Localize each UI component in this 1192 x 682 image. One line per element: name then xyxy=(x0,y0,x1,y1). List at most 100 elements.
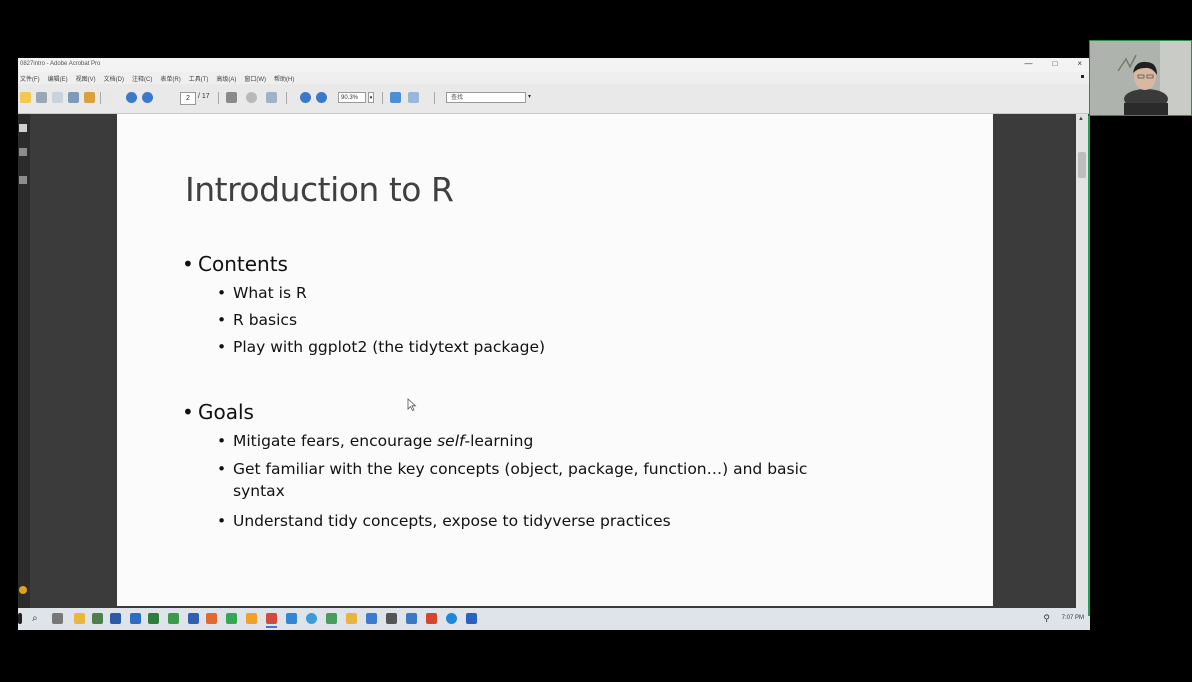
find-input[interactable]: 查找 xyxy=(446,92,526,103)
search-icon[interactable]: ⌕ xyxy=(32,613,43,624)
zoom-in-icon[interactable] xyxy=(316,92,327,103)
pdf-page: Introduction to R • Contents • What is R •… xyxy=(117,114,993,606)
webcam-thumbnail[interactable] xyxy=(1089,40,1192,116)
print-icon[interactable] xyxy=(36,92,47,103)
excel-icon[interactable] xyxy=(148,613,159,624)
zoom-out-icon[interactable] xyxy=(300,92,311,103)
section-heading-text: Goals xyxy=(198,400,254,424)
app-icon[interactable] xyxy=(188,613,199,624)
menu-file[interactable]: 文件(F) xyxy=(20,74,40,83)
bullet-icon: • xyxy=(217,460,227,478)
zoom-level-input[interactable]: 90.3% xyxy=(338,92,366,103)
participant-video-icon xyxy=(1090,41,1191,115)
section-goals-heading: • Goals xyxy=(182,400,254,424)
menu-comments[interactable]: 注释(C) xyxy=(132,74,152,83)
list-item: • Get familiar with the key concepts (ob… xyxy=(217,458,857,502)
signatures-panel-icon[interactable] xyxy=(19,176,27,184)
browser-icon[interactable] xyxy=(306,613,317,624)
app-icon[interactable] xyxy=(92,613,103,624)
bullet-icon: • xyxy=(217,432,227,450)
list-item-text: What is R xyxy=(233,284,307,302)
list-item: • Mitigate fears, encourage self-learning xyxy=(217,432,533,450)
list-item-emphasis: self xyxy=(437,432,465,450)
app-icon[interactable] xyxy=(346,613,357,624)
page-total: / 17 xyxy=(198,93,210,100)
find-dropdown-button[interactable]: ▾ xyxy=(528,93,531,100)
menu-edit[interactable]: 编辑(E) xyxy=(48,74,68,83)
menu-forms[interactable]: 表单(R) xyxy=(160,74,180,83)
bullet-icon: • xyxy=(217,338,227,356)
comments-panel-icon[interactable] xyxy=(19,586,27,594)
create-pdf-icon[interactable] xyxy=(68,92,79,103)
toolbar-separator xyxy=(434,92,435,104)
start-icon[interactable] xyxy=(18,613,22,624)
vertical-scrollbar[interactable]: ▲ xyxy=(1076,114,1088,608)
maximize-button[interactable]: □ xyxy=(1052,59,1057,68)
close-button[interactable]: × xyxy=(1077,59,1082,68)
list-item-text: Get familiar with the key concepts (obje… xyxy=(233,460,808,500)
next-page-icon[interactable] xyxy=(142,92,153,103)
taskbar: ⌕ ⚲ 7:07 PM xyxy=(18,608,1090,630)
list-item-text: -learning xyxy=(464,432,534,450)
toolbar: 2 / 17 90.3% ▾ 查找 ▾ xyxy=(18,84,1090,114)
app-icon[interactable] xyxy=(168,613,179,624)
menu-advanced[interactable]: 高级(A) xyxy=(216,74,236,83)
menu-help[interactable]: 帮助(H) xyxy=(274,74,294,83)
section-heading-text: Contents xyxy=(198,252,288,276)
fit-width-icon[interactable] xyxy=(408,92,419,103)
page-number-input[interactable]: 2 xyxy=(180,92,196,105)
scroll-up-icon[interactable]: ▲ xyxy=(1078,116,1084,122)
app-icon[interactable] xyxy=(366,613,377,624)
list-item: • What is R xyxy=(217,284,307,302)
menu-overflow-icon[interactable] xyxy=(1081,75,1084,78)
toolbar-separator xyxy=(382,92,383,104)
bullet-icon: • xyxy=(217,311,227,329)
select-tool-icon[interactable] xyxy=(226,92,237,103)
app-icon[interactable] xyxy=(406,613,417,624)
app-icon[interactable] xyxy=(326,613,337,624)
app-icon[interactable] xyxy=(246,613,257,624)
list-item-text: Play with ggplot2 (the tidytext package) xyxy=(233,338,546,356)
mail-icon[interactable] xyxy=(130,613,141,624)
minimize-button[interactable]: — xyxy=(1024,59,1032,68)
bullet-icon: • xyxy=(217,512,227,530)
bullet-icon: • xyxy=(182,400,194,424)
toolbar-separator xyxy=(218,92,219,104)
attachments-panel-icon[interactable] xyxy=(19,148,27,156)
open-folder-icon[interactable] xyxy=(20,92,31,103)
list-item: • R basics xyxy=(217,311,297,329)
combine-icon[interactable] xyxy=(84,92,95,103)
app-icon[interactable] xyxy=(466,613,477,624)
hand-tool-icon[interactable] xyxy=(246,92,257,103)
previous-page-icon[interactable] xyxy=(126,92,137,103)
pages-panel-icon[interactable] xyxy=(19,124,27,132)
fit-page-icon[interactable] xyxy=(390,92,401,103)
chrome-icon[interactable] xyxy=(226,613,237,624)
zoom-dropdown-button[interactable]: ▾ xyxy=(368,92,374,103)
active-app-indicator xyxy=(266,626,277,628)
tray-network-icon[interactable]: ⚲ xyxy=(1043,613,1050,624)
menu-view[interactable]: 视图(V) xyxy=(76,74,96,83)
window-titlebar: 0827intro - Adobe Acrobat Pro — □ × xyxy=(18,58,1090,72)
email-icon[interactable] xyxy=(52,92,63,103)
app-icon[interactable] xyxy=(386,613,397,624)
meeting-border xyxy=(1088,116,1090,616)
menu-document[interactable]: 文档(D) xyxy=(104,74,124,83)
app-icon[interactable] xyxy=(426,613,437,624)
list-item: • Understand tidy concepts, expose to tid… xyxy=(217,512,671,530)
file-explorer-icon[interactable] xyxy=(74,613,85,624)
toolbar-divider-icon xyxy=(102,92,113,103)
acrobat-icon[interactable] xyxy=(266,613,277,624)
zoom-tool-icon[interactable] xyxy=(266,92,277,103)
app-icon[interactable] xyxy=(446,613,457,624)
task-view-icon[interactable] xyxy=(52,613,63,624)
menu-window[interactable]: 窗口(W) xyxy=(244,74,266,83)
app-icon[interactable] xyxy=(286,613,297,624)
app-icon[interactable] xyxy=(206,613,217,624)
word-icon[interactable] xyxy=(110,613,121,624)
menu-tools[interactable]: 工具(T) xyxy=(189,74,209,83)
menu-bar: 文件(F) 编辑(E) 视图(V) 文档(D) 注释(C) 表单(R) 工具(T… xyxy=(18,72,1090,84)
scrollbar-thumb[interactable] xyxy=(1078,152,1086,178)
toolbar-separator xyxy=(286,92,287,104)
taskbar-clock[interactable]: 7:07 PM xyxy=(1062,615,1084,621)
